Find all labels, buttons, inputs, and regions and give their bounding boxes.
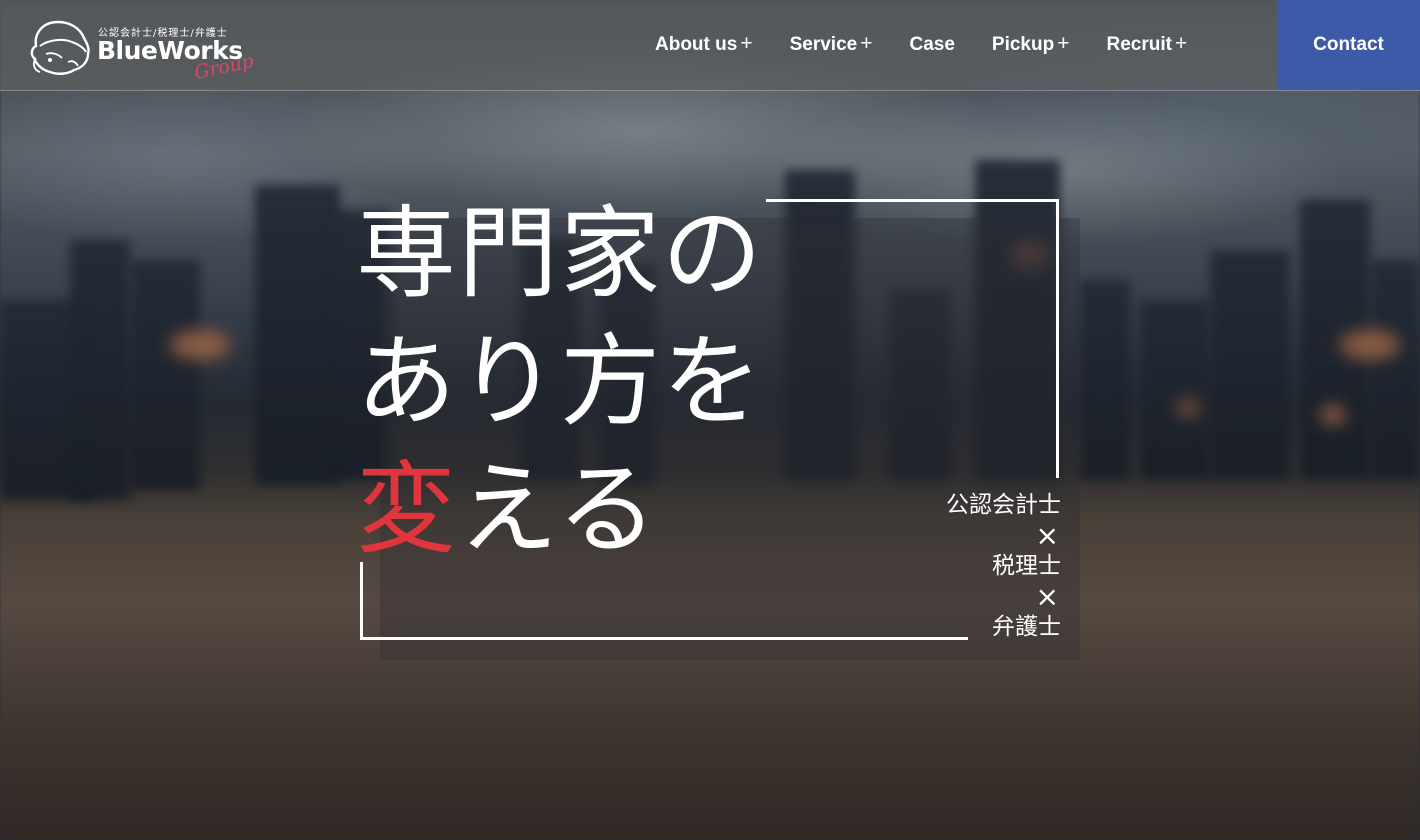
headline-line-2: あり方を bbox=[356, 323, 764, 440]
nav-item-case[interactable]: Case bbox=[909, 34, 954, 56]
main-nav: About us + Service + Case Pickup + Recru… bbox=[655, 0, 1224, 90]
headline-line-3: 変える bbox=[356, 446, 764, 574]
plus-icon: + bbox=[1174, 32, 1188, 55]
site-header: 公認会計士/税理士/弁護士 BlueWorks Group About us +… bbox=[0, 0, 1420, 91]
nav-item-label: About us bbox=[655, 34, 738, 55]
times-icon: × bbox=[1035, 518, 1059, 552]
contact-button[interactable]: Contact bbox=[1277, 0, 1420, 90]
headline-accent-char: 変 bbox=[356, 451, 458, 568]
hero-headline: 専門家の あり方を 変える bbox=[356, 190, 764, 574]
nav-item-label: Pickup bbox=[991, 34, 1055, 55]
logo[interactable]: 公認会計士/税理士/弁護士 BlueWorks Group bbox=[28, 18, 268, 84]
plus-icon: + bbox=[1057, 32, 1070, 55]
nav-item-service[interactable]: Service + bbox=[789, 32, 873, 57]
headline-line-3-rest: える bbox=[458, 451, 659, 568]
nav-item-recruit[interactable]: Recruit + bbox=[1106, 32, 1188, 57]
plus-icon: + bbox=[860, 32, 873, 55]
nav-item-label: Service bbox=[789, 34, 858, 55]
frame-line-right bbox=[1056, 199, 1059, 478]
nav-item-label: Recruit bbox=[1106, 34, 1172, 55]
frame-line-top bbox=[766, 199, 1059, 202]
profession-tax-accountant: 税理士 bbox=[992, 553, 1061, 579]
frame-line-bottom bbox=[360, 637, 968, 640]
profession-cpa: 公認会計士 bbox=[946, 492, 1061, 518]
times-icon: × bbox=[1035, 579, 1059, 613]
nav-item-pickup[interactable]: Pickup + bbox=[991, 32, 1070, 57]
plus-icon: + bbox=[740, 32, 753, 55]
character-head-icon bbox=[30, 20, 90, 75]
professions-list: 公認会計士 × 税理士 × 弁護士 bbox=[920, 490, 1061, 643]
profession-lawyer: 弁護士 bbox=[992, 614, 1061, 640]
nav-item-label: Case bbox=[909, 34, 955, 55]
headline-line-1: 専門家の bbox=[356, 195, 764, 312]
page: 公認会計士/税理士/弁護士 BlueWorks Group About us +… bbox=[0, 0, 1420, 840]
nav-item-about-us[interactable]: About us + bbox=[655, 32, 753, 57]
